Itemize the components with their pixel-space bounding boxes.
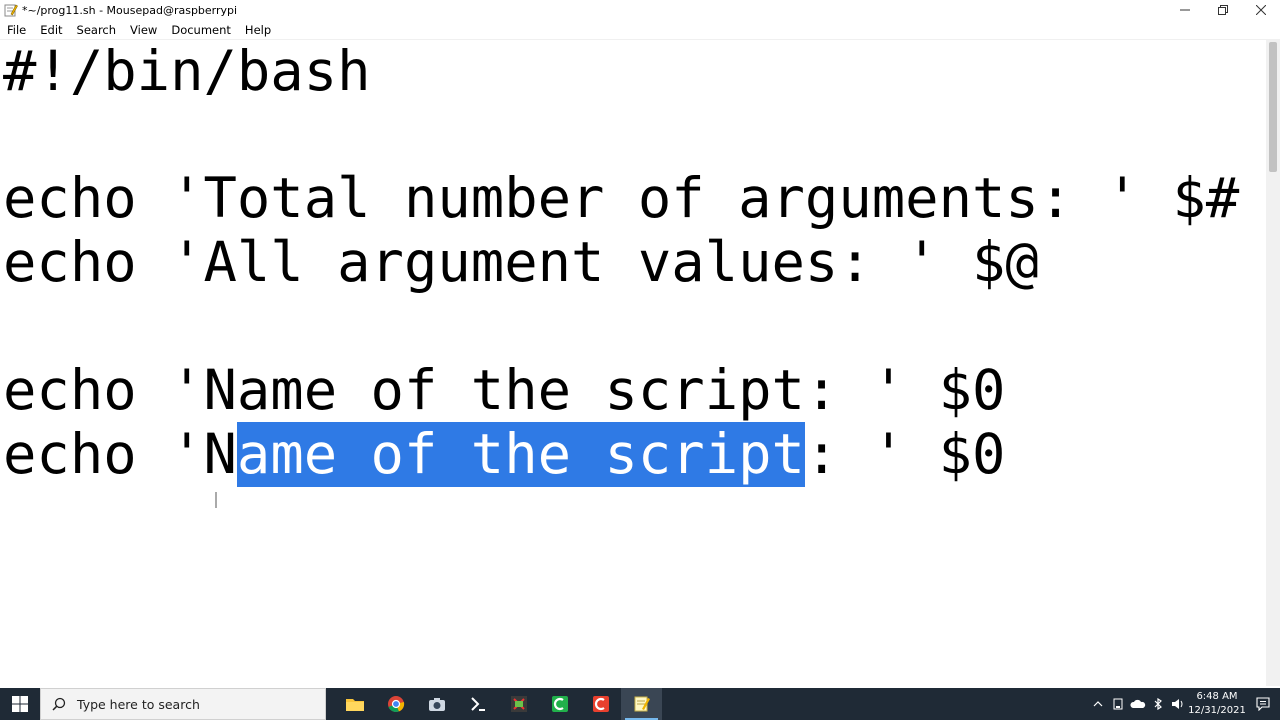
mousepad-icon <box>634 696 650 712</box>
code-line: echo 'Total number of arguments: ' $# <box>3 166 1240 231</box>
taskbar-search-box[interactable]: Type here to search <box>40 688 326 720</box>
text-selection[interactable]: ame of the script <box>236 422 805 487</box>
mousepad-app-icon <box>4 3 18 17</box>
close-icon <box>1256 5 1266 15</box>
windows-logo-icon <box>12 696 28 712</box>
camera-icon <box>428 698 445 711</box>
start-button[interactable] <box>0 688 40 720</box>
menu-document[interactable]: Document <box>164 20 238 40</box>
menu-search[interactable]: Search <box>70 20 124 40</box>
clock-date: 12/31/2021 <box>1188 705 1246 716</box>
title-bar: *~/prog11.sh - Mousepad@raspberrypi <box>0 0 1280 20</box>
text-editor-area[interactable]: #!/bin/bash echo 'Total number of argume… <box>0 40 1266 686</box>
unselected-text: : ' $0 <box>804 422 1006 487</box>
chevron-up-icon <box>1093 701 1103 707</box>
system-tray: 6:48 AM 12/31/2021 <box>1088 688 1280 720</box>
unselected-text: echo 'N <box>3 422 237 487</box>
restore-button[interactable] <box>1204 0 1242 20</box>
minimize-icon <box>1180 9 1190 11</box>
taskbar-mousepad[interactable] <box>621 688 662 720</box>
tray-onedrive-button[interactable] <box>1128 688 1148 720</box>
taskbar-green-app[interactable] <box>539 688 580 720</box>
close-button[interactable] <box>1242 0 1280 20</box>
window-title: *~/prog11.sh - Mousepad@raspberrypi <box>22 3 238 17</box>
tray-app-button[interactable] <box>1148 688 1168 720</box>
notification-center-button[interactable] <box>1246 688 1280 720</box>
code-line: echo 'Name of the script: ' $0 <box>3 358 1006 423</box>
volume-icon <box>1172 699 1183 709</box>
tray-volume-button[interactable] <box>1168 688 1188 720</box>
taskbar-apps <box>334 688 662 720</box>
menu-file[interactable]: File <box>0 20 33 40</box>
red-app-icon <box>592 696 609 712</box>
green-app-icon <box>551 696 568 712</box>
mousepad-window: *~/prog11.sh - Mousepad@raspberrypi File… <box>0 0 1280 688</box>
code-line: echo 'All argument values: ' $@ <box>3 230 1039 295</box>
taskbar-vnc[interactable] <box>498 688 539 720</box>
taskbar-file-explorer[interactable] <box>334 688 375 720</box>
vnc-icon <box>510 696 527 712</box>
taskbar-powershell[interactable] <box>457 688 498 720</box>
tray-overflow-button[interactable] <box>1088 688 1108 720</box>
taskbar-camera[interactable] <box>416 688 457 720</box>
cloud-icon <box>1130 699 1146 708</box>
minimize-button[interactable] <box>1166 0 1204 20</box>
menu-edit[interactable]: Edit <box>33 20 69 40</box>
vertical-scrollbar[interactable] <box>1266 40 1280 686</box>
bluetooth-network-icon <box>1154 698 1162 710</box>
device-icon <box>1113 698 1123 710</box>
taskbar-clock[interactable]: 6:48 AM 12/31/2021 <box>1188 690 1246 718</box>
scrollbar-thumb[interactable] <box>1269 42 1277 172</box>
notification-icon <box>1256 697 1270 711</box>
code-line-with-selection: echo 'Name of the script: ' $0 <box>3 422 1006 487</box>
search-placeholder: Type here to search <box>77 696 200 712</box>
search-icon <box>41 697 77 711</box>
file-explorer-icon <box>345 699 364 711</box>
tray-device-icon-button[interactable] <box>1108 688 1128 720</box>
chrome-icon <box>387 696 404 713</box>
clock-time: 6:48 AM <box>1196 691 1238 702</box>
powershell-icon <box>470 697 485 711</box>
taskbar-red-app[interactable] <box>580 688 621 720</box>
taskbar: Type here to search 6:48 AM 12/31/2021 <box>0 688 1280 720</box>
restore-icon <box>1218 5 1228 15</box>
text-cursor-icon <box>215 492 217 508</box>
menu-bar: File Edit Search View Document Help <box>0 20 1280 40</box>
window-controls <box>1166 0 1280 20</box>
code-line: #!/bin/bash <box>3 40 371 104</box>
taskbar-chrome[interactable] <box>375 688 416 720</box>
menu-help[interactable]: Help <box>238 20 278 40</box>
menu-view[interactable]: View <box>123 20 164 40</box>
